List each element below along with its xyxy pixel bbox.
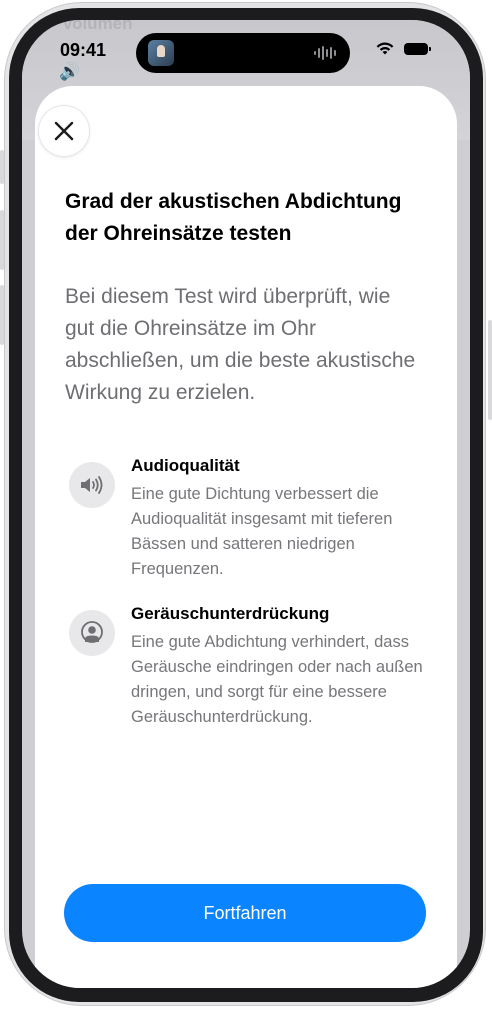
- power-button: [488, 320, 492, 420]
- phone-screen: Volumen 09:41 🔊 Grad der akustischen Abd…: [22, 20, 470, 988]
- wifi-icon: [376, 42, 394, 55]
- side-button: [0, 150, 4, 184]
- feature-description: Eine gute Abdichtung verhindert, dass Ge…: [131, 633, 423, 726]
- dynamic-island[interactable]: [136, 33, 350, 73]
- feature-audio-quality: Audioqualität Eine gute Dichtung verbess…: [67, 456, 447, 578]
- feature-title: Audioqualität: [131, 456, 240, 475]
- close-button[interactable]: [39, 106, 89, 156]
- feature-title: Geräuschunterdrückung: [131, 604, 330, 623]
- modal-sheet: Grad der akustischen Abdichtung der Ohre…: [35, 86, 457, 988]
- close-icon: [54, 121, 74, 141]
- waveform-icon: [314, 46, 336, 60]
- feature-noise-cancellation: Geräuschunterdrückung Eine gute Abdichtu…: [67, 604, 447, 754]
- person-icon: [69, 610, 115, 656]
- album-art: [148, 40, 174, 66]
- speaker-icon: [69, 462, 115, 508]
- speaker-status-icon: 🔊: [59, 62, 81, 81]
- page-subtitle: Bei diesem Test wird überprüft, wie gut …: [65, 285, 416, 404]
- page-title: Grad der akustischen Abdichtung der Ohre…: [65, 190, 402, 245]
- volume-up-button: [0, 210, 4, 270]
- continue-button[interactable]: Fortfahren: [64, 884, 426, 942]
- feature-description: Eine gute Dichtung verbessert die Audioq…: [131, 485, 393, 578]
- battery-icon: [404, 43, 431, 55]
- status-indicators: [375, 42, 431, 56]
- background-label: Volumen: [62, 20, 133, 33]
- volume-down-button: [0, 285, 4, 345]
- status-time: 09:41: [60, 40, 107, 60]
